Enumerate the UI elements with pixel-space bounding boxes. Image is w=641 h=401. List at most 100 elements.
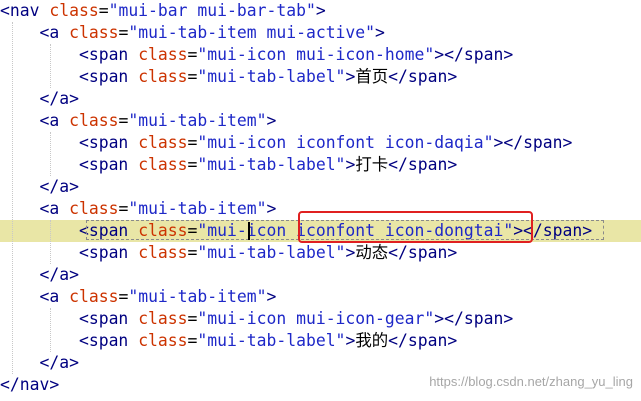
code-token-str: "mui-tab-item" (128, 287, 267, 306)
code-token-str: "mui-tab-item" (128, 111, 267, 130)
code-token-tag: span (542, 221, 583, 240)
code-token-attr: class (138, 309, 188, 328)
code-line[interactable]: <a class="mui-tab-item mui-active"> (0, 22, 641, 44)
code-token-str: "mui-icon iconfont icon-daqia" (197, 133, 494, 152)
cut-off-line (0, 396, 160, 401)
code-line[interactable]: <span class="mui-tab-label">打卡</span> (0, 154, 641, 176)
code-token-punct: < (39, 199, 50, 218)
text-cursor (248, 222, 250, 240)
code-token-punct: > (447, 67, 458, 86)
code-token-punct: </ (388, 331, 408, 350)
code-line[interactable]: <span class="mui-icon mui-icon-home"></s… (0, 44, 641, 66)
code-token-punct: > (345, 331, 356, 350)
code-token-attr: class (138, 155, 188, 174)
code-line[interactable]: <a class="mui-tab-item"> (0, 110, 641, 132)
code-line[interactable]: <span class="mui-tab-label">我的</span> (0, 330, 641, 352)
code-line[interactable]: </a> (0, 88, 641, 110)
code-token-tag: nav (9, 1, 40, 20)
code-token-punct: </ (39, 265, 60, 284)
code-token-tag: a (49, 111, 60, 130)
code-token-punct: ></ (513, 221, 543, 240)
code-token-punct: < (78, 331, 89, 350)
code-token-tag: span (88, 45, 129, 64)
code-token-punct: </ (388, 243, 408, 262)
code-token-tag: span (407, 243, 448, 262)
code-line[interactable]: <span class="mui-icon iconfont icon-dong… (0, 220, 641, 242)
code-token-punct: </ (39, 353, 60, 372)
code-token-punct: ></ (493, 133, 524, 152)
code-token-punct: </ (39, 177, 60, 196)
code-token-punct: </ (388, 155, 408, 174)
code-token-punct: > (266, 199, 277, 218)
code-token-str: "mui-bar mui-bar-tab" (108, 1, 316, 20)
code-token-tag: span (463, 45, 504, 64)
code-token-attr: class (49, 1, 99, 20)
code-line[interactable]: <span class="mui-tab-label">首页</span> (0, 66, 641, 88)
code-token-eq: = (118, 199, 129, 218)
code-token-punct: > (69, 265, 79, 284)
code-token-attr: class (138, 67, 188, 86)
code-line[interactable]: </a> (0, 176, 641, 198)
code-token-eq: = (187, 243, 198, 262)
code-token-attr: class (138, 133, 188, 152)
code-token-punct: > (345, 155, 356, 174)
code-token-tag: span (88, 309, 129, 328)
watermark-text: https://blog.csdn.net/zhang_yu_ling (429, 374, 633, 389)
indent-guide (50, 220, 51, 264)
code-token-punct: < (39, 287, 50, 306)
code-token-punct: </ (39, 89, 60, 108)
code-line[interactable]: </a> (0, 264, 641, 286)
code-token-str: "mui-tab-item mui-active" (128, 23, 376, 42)
code-token-eq: = (187, 67, 198, 86)
code-token-attr: class (138, 221, 188, 240)
code-line[interactable]: </a> (0, 352, 641, 374)
code-token-eq: = (187, 45, 198, 64)
code-token-attr: class (69, 287, 119, 306)
code-editor[interactable]: <nav class="mui-bar mui-bar-tab"> <a cla… (0, 0, 641, 401)
code-token-punct: < (39, 23, 50, 42)
code-token-attr: class (69, 23, 119, 42)
code-token-punct: </ (0, 375, 20, 394)
code-line[interactable]: <a class="mui-tab-item"> (0, 198, 641, 220)
code-token-text: 我的 (355, 331, 389, 350)
code-token-punct: > (266, 287, 277, 306)
indent-guide (50, 44, 51, 88)
code-line[interactable]: <span class="mui-tab-label">动态</span> (0, 242, 641, 264)
code-token-text: 动态 (355, 243, 389, 262)
code-token-text: 首页 (355, 67, 389, 86)
code-token-str: "mui-tab-label" (197, 155, 346, 174)
code-token-punct: > (375, 23, 385, 42)
code-token-tag: a (49, 23, 60, 42)
code-token-punct: > (503, 45, 514, 64)
code-line[interactable]: <nav class="mui-bar mui-bar-tab"> (0, 0, 641, 22)
code-token-eq: = (118, 23, 129, 42)
code-token-tag: span (88, 133, 129, 152)
code-line[interactable]: <span class="mui-icon mui-icon-gear"></s… (0, 308, 641, 330)
code-token-punct: > (49, 375, 60, 394)
code-token-eq: = (187, 133, 198, 152)
code-token-punct: > (69, 177, 79, 196)
code-token-eq: = (187, 309, 198, 328)
code-line[interactable]: <span class="mui-icon iconfont icon-daqi… (0, 132, 641, 154)
code-token-tag: span (407, 155, 448, 174)
code-token-punct: < (78, 133, 89, 152)
code-token-punct: > (69, 89, 79, 108)
code-line[interactable]: <a class="mui-tab-item"> (0, 286, 641, 308)
code-token-punct: > (345, 67, 356, 86)
code-token-str: "mui-tab-label" (197, 243, 346, 262)
code-token-str: "mui-icon mui-icon-home" (197, 45, 435, 64)
code-token-eq: = (118, 287, 129, 306)
code-token-punct: > (315, 1, 326, 20)
code-token-punct: </ (388, 67, 408, 86)
